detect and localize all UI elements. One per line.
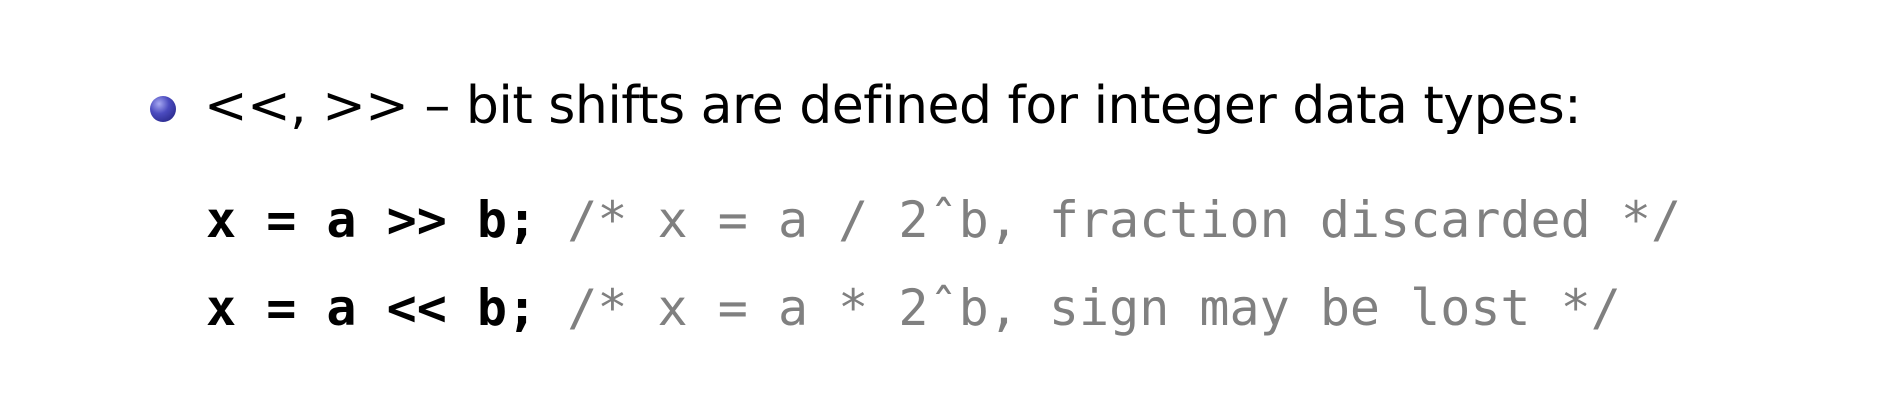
bullet-text: <<, >> – bit shifts are defined for inte… <box>204 76 1582 136</box>
code-line-left-shift: x = a << b; /* x = a * 2ˆb, sign may be … <box>206 264 1681 352</box>
code-statement: x = a << b; <box>206 279 538 337</box>
bullet-circle-icon <box>150 96 176 122</box>
code-block: x = a >> b; /* x = a / 2ˆb, fraction dis… <box>206 176 1681 352</box>
code-comment: /* x = a * 2ˆb, sign may be lost */ <box>567 279 1621 337</box>
code-comment: /* x = a / 2ˆb, fraction discarded */ <box>567 191 1682 249</box>
bullet-item: <<, >> – bit shifts are defined for inte… <box>150 76 1582 136</box>
slide: <<, >> – bit shifts are defined for inte… <box>0 0 1882 420</box>
code-line-right-shift: x = a >> b; /* x = a / 2ˆb, fraction dis… <box>206 176 1681 264</box>
code-statement: x = a >> b; <box>206 191 538 249</box>
